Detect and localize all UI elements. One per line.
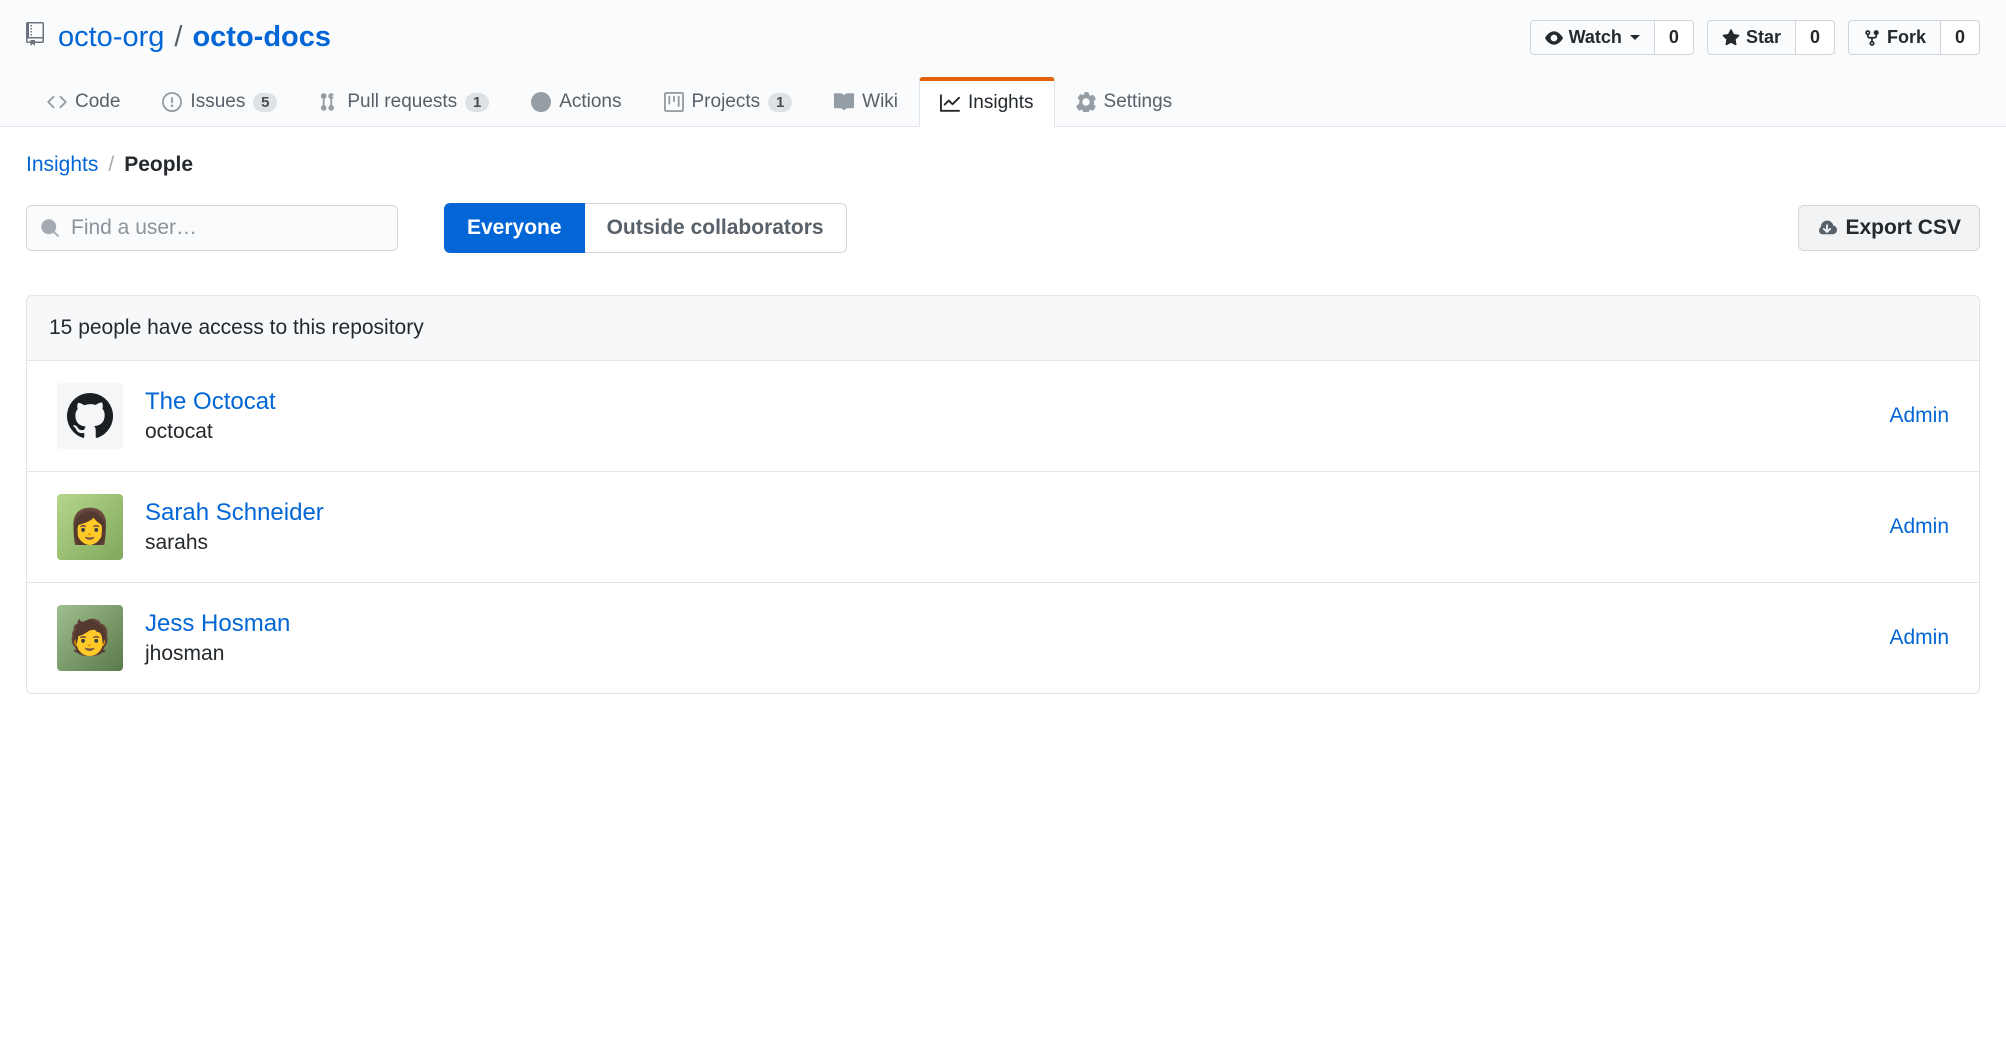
git-pull-request-icon	[319, 92, 339, 112]
tab-wiki[interactable]: Wiki	[813, 77, 919, 126]
filter-tabs: Everyone Outside collaborators	[444, 203, 847, 253]
breadcrumb-parent[interactable]: Insights	[26, 153, 98, 177]
nav-label: Insights	[968, 92, 1033, 114]
watch-button[interactable]: Watch	[1530, 20, 1655, 55]
list-item: The Octocat octocat Admin	[27, 361, 1979, 472]
code-icon	[47, 92, 67, 112]
role-link[interactable]: Admin	[1889, 626, 1949, 650]
nav-label: Actions	[559, 91, 621, 113]
export-csv-button[interactable]: Export CSV	[1798, 205, 1980, 251]
avatar[interactable]: 🧑	[57, 605, 123, 671]
book-icon	[834, 92, 854, 112]
nav-label: Settings	[1104, 91, 1173, 113]
tab-insights[interactable]: Insights	[919, 77, 1054, 127]
watch-label: Watch	[1569, 27, 1622, 48]
search-input[interactable]	[26, 205, 398, 251]
star-icon	[1722, 29, 1740, 47]
breadcrumb-current: People	[124, 153, 193, 177]
repo-header: octo-org / octo-docs Watch 0 Star 0	[26, 20, 1980, 77]
tab-issues[interactable]: Issues 5	[141, 77, 298, 126]
tab-actions[interactable]: Actions	[510, 77, 642, 126]
fork-count[interactable]: 0	[1941, 20, 1980, 55]
pulls-count: 1	[465, 93, 489, 112]
avatar[interactable]: 👩	[57, 494, 123, 560]
issues-count: 5	[253, 93, 277, 112]
repo-owner-link[interactable]: octo-org	[58, 21, 164, 54]
list-item: 🧑 Jess Hosman jhosman Admin	[27, 583, 1979, 693]
eye-icon	[1545, 29, 1563, 47]
person-username: octocat	[145, 420, 1867, 444]
role-link[interactable]: Admin	[1889, 515, 1949, 539]
tab-code[interactable]: Code	[26, 77, 141, 126]
star-button[interactable]: Star	[1707, 20, 1796, 55]
tab-settings[interactable]: Settings	[1055, 77, 1194, 126]
fork-button[interactable]: Fork	[1848, 20, 1941, 55]
fork-icon	[1863, 29, 1881, 47]
people-summary: 15 people have access to this repository	[27, 296, 1979, 361]
person-name-link[interactable]: Sarah Schneider	[145, 499, 1867, 527]
nav-label: Issues	[190, 91, 245, 113]
nav-label: Code	[75, 91, 120, 113]
breadcrumb-separator: /	[108, 153, 114, 177]
nav-label: Wiki	[862, 91, 898, 113]
tab-projects[interactable]: Projects 1	[643, 77, 814, 126]
watch-count[interactable]: 0	[1655, 20, 1694, 55]
person-username: sarahs	[145, 531, 1867, 555]
project-icon	[664, 92, 684, 112]
caret-down-icon	[1630, 35, 1640, 40]
search-box	[26, 205, 398, 251]
people-panel: 15 people have access to this repository…	[26, 295, 1980, 694]
fork-label: Fork	[1887, 27, 1926, 48]
play-icon	[531, 92, 551, 112]
search-icon	[40, 218, 60, 238]
list-item: 👩 Sarah Schneider sarahs Admin	[27, 472, 1979, 583]
gear-icon	[1076, 92, 1096, 112]
star-count[interactable]: 0	[1796, 20, 1835, 55]
issue-icon	[162, 92, 182, 112]
people-toolbar: Everyone Outside collaborators Export CS…	[26, 203, 1980, 253]
person-name-link[interactable]: Jess Hosman	[145, 610, 1867, 638]
graph-icon	[940, 93, 960, 113]
octocat-icon	[67, 393, 113, 439]
avatar[interactable]	[57, 383, 123, 449]
filter-everyone[interactable]: Everyone	[444, 203, 585, 253]
projects-count: 1	[768, 93, 792, 112]
export-label: Export CSV	[1845, 216, 1961, 240]
repo-title: octo-org / octo-docs	[26, 21, 331, 54]
cloud-download-icon	[1817, 218, 1837, 238]
star-label: Star	[1746, 27, 1781, 48]
slash-separator: /	[174, 21, 182, 54]
nav-label: Projects	[692, 91, 761, 113]
person-name-link[interactable]: The Octocat	[145, 388, 1867, 416]
breadcrumb: Insights / People	[26, 153, 1980, 177]
repo-name-link[interactable]: octo-docs	[192, 21, 331, 54]
repo-icon	[26, 21, 50, 54]
repo-action-buttons: Watch 0 Star 0 Fork 0	[1530, 20, 1980, 55]
person-username: jhosman	[145, 642, 1867, 666]
role-link[interactable]: Admin	[1889, 404, 1949, 428]
nav-label: Pull requests	[347, 91, 457, 113]
repo-nav: Code Issues 5 Pull requests 1 Actions Pr…	[26, 77, 1980, 126]
filter-outside-collaborators[interactable]: Outside collaborators	[585, 203, 847, 253]
tab-pull-requests[interactable]: Pull requests 1	[298, 77, 510, 126]
